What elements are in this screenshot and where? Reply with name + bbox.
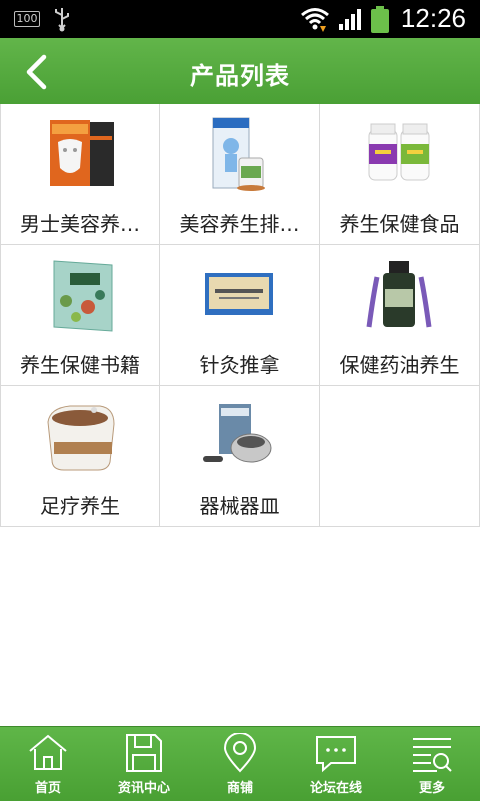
instrument-set-image [199,398,279,474]
essential-oil-bottle-image [359,257,439,333]
empty-grid-cell [320,386,480,527]
tab-forum-online[interactable]: 论坛在线 [288,727,384,801]
tab-label: 资讯中心 [117,781,170,796]
product-item-health-food[interactable]: 养生保健食品 [320,104,480,245]
foot-spa-tub-image [40,398,120,474]
product-item-health-books[interactable]: 养生保健书籍 [0,245,160,386]
supplement-bottles-image [359,116,439,192]
product-label: 器械器皿 [199,494,280,518]
product-label: 男士美容养… [20,212,140,236]
tab-label: 论坛在线 [309,781,362,796]
grid-row: 养生保健书籍 针灸推拿 保健药油养生 [0,245,480,386]
tab-label: 商铺 [226,781,253,796]
list-search-icon [411,733,453,777]
product-label: 养生保健书籍 [20,353,140,377]
grid-row: 足疗养生 器械器皿 [0,386,480,527]
book-cover-image [40,257,120,333]
location-pin-icon [219,732,261,777]
product-label: 保健药油养生 [339,353,460,377]
tab-home[interactable]: 首页 [0,727,96,801]
battery-percent-icon: 100 [14,11,40,27]
acupuncture-box-image [199,257,279,333]
supplement-box-image [199,116,279,192]
product-grid: 男士美容养… 美容养生排… 养生保健食品 养生保健书籍 针灸推拿 保健药油养生 … [0,104,480,527]
product-label: 养生保健食品 [339,212,460,236]
tab-more[interactable]: 更多 [384,727,480,801]
product-item-beauty-detox[interactable]: 美容养生排… [160,104,320,245]
tab-label: 首页 [34,781,61,796]
chat-bubble-icon [315,733,357,777]
status-bar: 100 12:26 [0,0,480,38]
signal-strength-icon [338,7,364,35]
product-label: 针灸推拿 [199,353,280,377]
grid-row: 男士美容养… 美容养生排… 养生保健食品 [0,104,480,245]
product-item-mens-beauty[interactable]: 男士美容养… [0,104,160,245]
usb-icon [52,6,72,36]
product-item-instruments[interactable]: 器械器皿 [160,386,320,527]
clock: 12:26 [400,3,466,33]
wifi-icon [300,6,330,36]
bottom-tab-bar: 首页 资讯中心 商铺 论坛在线 更多 [0,726,480,801]
save-icon [123,733,165,777]
battery-icon [370,6,390,38]
home-icon [27,733,69,777]
product-item-acupuncture[interactable]: 针灸推拿 [160,245,320,386]
tab-shops[interactable]: 商铺 [192,727,288,801]
title-bar: 产品列表 [0,38,480,105]
product-label: 美容养生排… [179,212,300,236]
product-item-medicinal-oil[interactable]: 保健药油养生 [320,245,480,386]
page-title: 产品列表 [190,62,290,90]
tab-news-center[interactable]: 资讯中心 [96,727,192,801]
tab-label: 更多 [418,781,445,796]
product-label: 足疗养生 [40,494,120,518]
facial-mask-box-image [40,116,120,192]
product-item-foot-therapy[interactable]: 足疗养生 [0,386,160,527]
